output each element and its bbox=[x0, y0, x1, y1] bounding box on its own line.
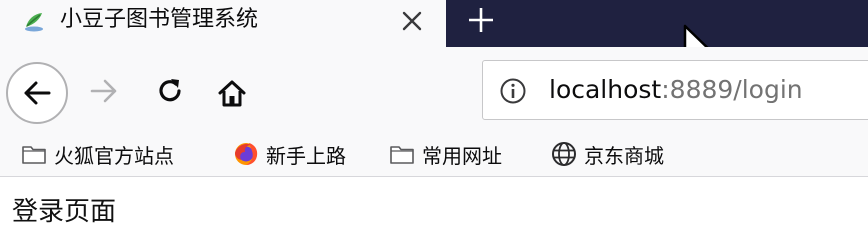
bookmark-getting-started[interactable]: 新手上路 bbox=[232, 135, 346, 173]
url-host: localhost bbox=[549, 75, 662, 104]
arrow-right-icon bbox=[90, 79, 117, 103]
bookmark-label: 新手上路 bbox=[266, 143, 346, 168]
bookmark-jd-mall[interactable]: 京东商城 bbox=[550, 135, 664, 173]
home-button[interactable] bbox=[210, 71, 254, 115]
reload-button[interactable] bbox=[150, 71, 190, 111]
bookmark-common-sites[interactable]: 常用网址 bbox=[388, 135, 502, 173]
bookmark-label: 京东商城 bbox=[584, 143, 664, 168]
url-bar[interactable]: localhost:8889/login bbox=[482, 60, 868, 120]
url-path: :8889/login bbox=[661, 75, 803, 104]
active-tab[interactable]: 小豆子图书管理系统 bbox=[0, 0, 446, 47]
plus-icon[interactable] bbox=[460, 0, 502, 40]
bookmark-label: 火狐官方站点 bbox=[54, 143, 174, 168]
bookmark-label: 常用网址 bbox=[422, 143, 502, 168]
bookmarks-toolbar: 火狐官方站点 新手上路 常用网址 京东商城 bbox=[0, 135, 868, 177]
page-title: 登录页面 bbox=[12, 197, 117, 227]
globe-icon bbox=[552, 142, 576, 166]
tab-title: 小豆子图书管理系统 bbox=[60, 7, 259, 32]
info-icon[interactable] bbox=[499, 77, 527, 105]
bookmark-firefox-official-site[interactable]: 火狐官方站点 bbox=[20, 135, 174, 173]
arrow-left-icon bbox=[24, 81, 51, 105]
folder-icon bbox=[22, 146, 46, 164]
back-button[interactable] bbox=[6, 62, 68, 124]
firefox-icon bbox=[235, 143, 258, 165]
navigation-toolbar: localhost:8889/login bbox=[0, 47, 868, 135]
tab-strip: 小豆子图书管理系统 bbox=[0, 0, 868, 77]
close-icon[interactable] bbox=[396, 5, 428, 37]
reload-icon bbox=[159, 79, 181, 102]
page-content: 登录页面 bbox=[0, 177, 868, 250]
home-icon bbox=[218, 80, 246, 107]
bean-leaf-logo-icon bbox=[22, 9, 46, 33]
forward-button[interactable] bbox=[84, 71, 124, 111]
folder-icon bbox=[390, 146, 414, 164]
url-text[interactable]: localhost:8889/login bbox=[549, 74, 803, 106]
browser-window: 小豆子图书管理系统 localhost:8889/login 火狐官方站点 新手… bbox=[0, 0, 868, 250]
